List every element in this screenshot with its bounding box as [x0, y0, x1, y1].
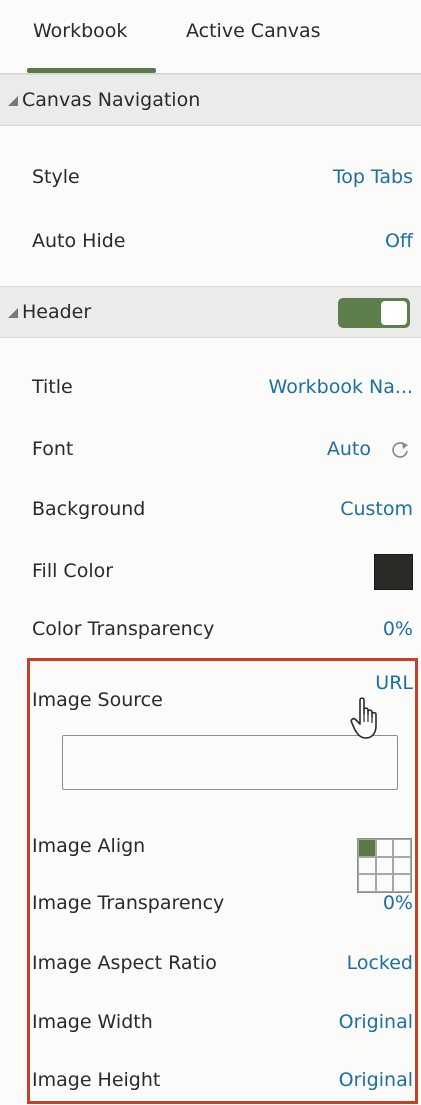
- align-cell-top-center[interactable]: [375, 839, 394, 857]
- color-transparency-label: Color Transparency: [32, 618, 215, 640]
- tab-active-canvas[interactable]: Active Canvas: [186, 20, 321, 42]
- image-aspect-ratio-value[interactable]: Locked: [347, 952, 413, 974]
- image-transparency-label: Image Transparency: [32, 892, 225, 914]
- section-header[interactable]: Header: [0, 286, 421, 338]
- image-height-label: Image Height: [32, 1069, 161, 1091]
- align-cell-middle-right[interactable]: [393, 856, 411, 875]
- section-label: Header: [22, 301, 92, 323]
- active-tab-indicator: [27, 68, 156, 73]
- reset-icon[interactable]: [389, 439, 411, 461]
- auto-hide-value[interactable]: Off: [385, 230, 413, 252]
- font-label: Font: [32, 438, 74, 460]
- row-image-height: Image Height Original: [0, 1061, 421, 1101]
- align-cell-top-right[interactable]: [393, 839, 411, 857]
- title-label: Title: [32, 376, 73, 398]
- header-toggle[interactable]: [338, 298, 410, 328]
- collapse-triangle-icon: [8, 96, 18, 106]
- fill-color-swatch[interactable]: [374, 554, 413, 590]
- row-auto-hide: Auto Hide Off: [0, 222, 421, 262]
- background-value[interactable]: Custom: [340, 498, 413, 520]
- align-cell-middle-center[interactable]: [375, 856, 394, 875]
- toggle-knob: [381, 301, 407, 325]
- image-width-value[interactable]: Original: [339, 1011, 413, 1033]
- properties-panel: Workbook Active Canvas Canvas Navigation…: [0, 0, 421, 1105]
- row-image-source: Image Source URL: [0, 672, 421, 723]
- color-transparency-value[interactable]: 0%: [383, 618, 413, 640]
- row-fill-color: Fill Color: [0, 552, 421, 592]
- image-source-value[interactable]: URL: [375, 672, 413, 694]
- image-url-input[interactable]: [62, 735, 398, 790]
- row-color-transparency: Color Transparency 0%: [0, 610, 421, 650]
- tab-bar: Workbook Active Canvas: [0, 0, 421, 74]
- row-style: Style Top Tabs: [0, 158, 421, 198]
- title-value[interactable]: Workbook Na...: [269, 376, 413, 398]
- tab-workbook[interactable]: Workbook: [33, 20, 127, 42]
- image-aspect-ratio-label: Image Aspect Ratio: [32, 952, 217, 974]
- auto-hide-label: Auto Hide: [32, 230, 126, 252]
- background-label: Background: [32, 498, 146, 520]
- image-source-label: Image Source: [32, 689, 163, 711]
- align-cell-top-left[interactable]: [358, 839, 376, 857]
- image-height-value[interactable]: Original: [339, 1069, 413, 1091]
- row-background: Background Custom: [0, 490, 421, 530]
- align-cell-middle-left[interactable]: [358, 856, 376, 875]
- collapse-triangle-icon: [8, 308, 18, 318]
- section-canvas-navigation[interactable]: Canvas Navigation: [0, 74, 421, 126]
- row-font: Font Auto: [0, 430, 421, 470]
- image-transparency-value[interactable]: 0%: [383, 892, 413, 914]
- section-label: Canvas Navigation: [22, 89, 201, 111]
- row-title: Title Workbook Na...: [0, 368, 421, 408]
- fill-color-label: Fill Color: [32, 560, 114, 582]
- style-value[interactable]: Top Tabs: [333, 166, 413, 188]
- row-image-aspect-ratio: Image Aspect Ratio Locked: [0, 944, 421, 984]
- image-align-label: Image Align: [32, 835, 146, 857]
- row-image-width: Image Width Original: [0, 1003, 421, 1043]
- style-label: Style: [32, 166, 80, 188]
- image-width-label: Image Width: [32, 1011, 153, 1033]
- row-image-transparency: Image Transparency 0%: [0, 884, 421, 924]
- font-value[interactable]: Auto: [327, 438, 371, 460]
